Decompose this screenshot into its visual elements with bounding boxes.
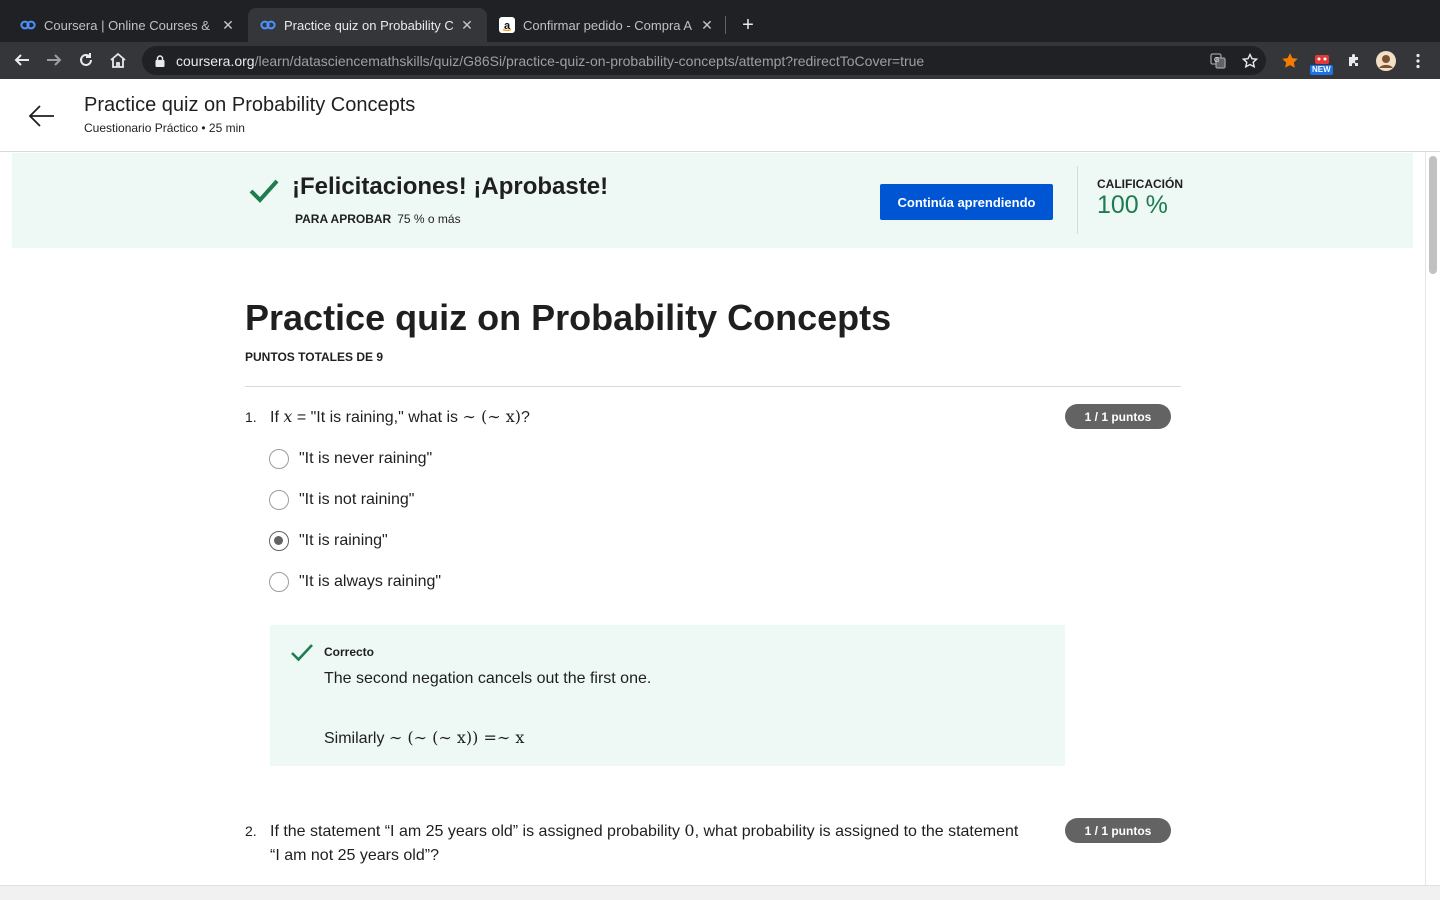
browser-toolbar: coursera.org/learn/datasciencemathskills…: [0, 42, 1440, 79]
close-tab-icon[interactable]: ✕: [220, 17, 236, 33]
svg-text:G: G: [1214, 57, 1219, 64]
divider: [1077, 166, 1078, 234]
answer-option[interactable]: "It is not raining": [269, 489, 414, 511]
divider: [245, 386, 1181, 387]
grade-value: 100 %: [1097, 191, 1168, 219]
answer-option[interactable]: "It is always raining": [269, 571, 441, 593]
scrollbar-thumb[interactable]: [1429, 156, 1437, 274]
extension-star-icon[interactable]: [1279, 50, 1301, 72]
url-text: coursera.org/learn/datasciencemathskills…: [176, 52, 925, 69]
points-badge: 1 / 1 puntos: [1065, 818, 1171, 843]
answer-option-selected[interactable]: "It is raining": [269, 530, 388, 552]
arrow-right-icon: [47, 54, 62, 66]
browser-tab-active[interactable]: Practice quiz on Probability Co ✕: [248, 8, 487, 42]
question-text: If x = "It is raining," what is ∼ (∼ x)?: [270, 407, 530, 426]
points-badge: 1 / 1 puntos: [1065, 404, 1171, 429]
feedback-title: Correcto: [324, 645, 375, 659]
horizontal-scrollbar: [0, 885, 1440, 900]
pass-requirement: PARA APROBAR 75 % o más: [295, 212, 461, 226]
browser-tab-bar: Coursera | Online Courses & Cr ✕ Practic…: [0, 0, 1440, 42]
puzzle-extensions-icon[interactable]: [1343, 50, 1365, 72]
page-subtitle: Cuestionario Práctico • 25 min: [84, 121, 245, 135]
option-label: "It is not raining": [299, 491, 415, 508]
new-tab-button[interactable]: +: [736, 13, 760, 37]
new-badge: NEW: [1310, 65, 1333, 75]
radio-button-checked[interactable]: [269, 531, 289, 551]
tab-title: Practice quiz on Probability Co: [284, 17, 453, 33]
question-number: 2.: [245, 823, 257, 839]
arrow-left-icon: [14, 54, 29, 66]
browser-tab[interactable]: Coursera | Online Courses & Cr ✕: [8, 8, 248, 42]
reload-icon: [80, 53, 92, 66]
close-tab-icon[interactable]: ✕: [459, 17, 475, 33]
address-bar[interactable]: coursera.org/learn/datasciencemathskills…: [142, 46, 1266, 75]
browser-tab[interactable]: a Confirmar pedido - Compra Am ✕: [487, 8, 727, 42]
checkmark-icon: [290, 643, 314, 663]
tab-title: Coursera | Online Courses & Cr: [44, 17, 214, 33]
coursera-icon: [20, 17, 36, 33]
bookmark-star-icon[interactable]: [1241, 52, 1259, 70]
feedback-text-math: Similarly ∼ (∼ (∼ x)) =∼ x: [324, 728, 525, 747]
coursera-icon: [260, 17, 276, 33]
option-label: "It is never raining": [299, 450, 433, 467]
option-label: "It is raining": [299, 532, 388, 549]
browser-menu-icon[interactable]: [1407, 50, 1429, 72]
feedback-box: Correcto The second negation cancels out…: [270, 625, 1065, 766]
pass-label: PARA APROBAR: [295, 212, 392, 226]
grade-label: CALIFICACIÓN: [1097, 177, 1183, 191]
forward-button[interactable]: [42, 48, 66, 72]
pass-banner: ¡Felicitaciones! ¡Aprobaste! PARA APROBA…: [12, 153, 1413, 248]
back-arrow-icon[interactable]: [26, 100, 58, 132]
back-button[interactable]: [10, 48, 34, 72]
question-number: 1.: [245, 409, 257, 425]
close-tab-icon[interactable]: ✕: [699, 17, 715, 33]
amazon-icon: a: [499, 17, 515, 33]
translate-icon[interactable]: G: [1209, 52, 1227, 70]
radio-button[interactable]: [269, 449, 289, 469]
total-points: PUNTOS TOTALES DE 9: [245, 350, 384, 364]
pass-value: 75 % o más: [397, 212, 461, 226]
radio-button[interactable]: [269, 572, 289, 592]
profile-avatar-icon[interactable]: [1375, 50, 1397, 72]
tab-title: Confirmar pedido - Compra Am: [523, 17, 693, 33]
quiz-title: Practice quiz on Probability Concepts: [245, 297, 892, 338]
banner-title: ¡Felicitaciones! ¡Aprobaste!: [292, 173, 609, 200]
continue-learning-button[interactable]: Continúa aprendiendo: [880, 184, 1053, 220]
page-header: Practice quiz on Probability Concepts Cu…: [0, 79, 1440, 152]
page-title: Practice quiz on Probability Concepts: [84, 94, 416, 116]
feedback-text: The second negation cancels out the firs…: [324, 670, 652, 687]
question-text: If the statement “I am 25 years old” is …: [270, 821, 1019, 864]
lock-icon[interactable]: [152, 53, 168, 69]
radio-button[interactable]: [269, 490, 289, 510]
home-icon: [110, 52, 126, 68]
reload-button[interactable]: [74, 48, 98, 72]
tab-separator: [725, 16, 726, 34]
home-button[interactable]: [106, 48, 130, 72]
answer-option[interactable]: "It is never raining": [269, 448, 432, 470]
checkmark-icon: [248, 177, 280, 205]
option-label: "It is always raining": [299, 573, 442, 590]
